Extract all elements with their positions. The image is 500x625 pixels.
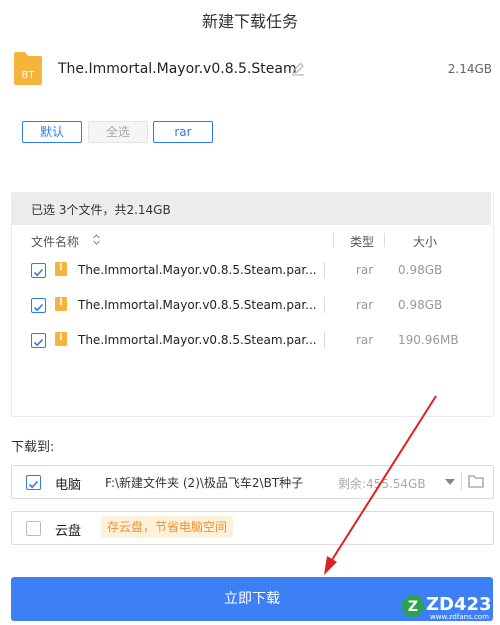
- row-divider: [324, 332, 325, 348]
- filter-default-button[interactable]: 默认: [22, 121, 82, 143]
- free-space-text: 剩余:455.54GB: [338, 477, 426, 491]
- column-divider: [333, 233, 334, 247]
- row-checkbox[interactable]: [31, 298, 46, 313]
- task-size: 2.14GB: [447, 62, 492, 76]
- bt-icon-label: BT: [22, 70, 36, 81]
- dialog-title: 新建下载任务: [201, 12, 298, 31]
- svg-text:Z: Z: [408, 599, 418, 615]
- file-name[interactable]: The.Immortal.Mayor.v0.8.5.Steam.par...: [78, 298, 317, 312]
- checkmark-icon: [28, 480, 39, 489]
- row-divider: [324, 262, 325, 278]
- file-type: rar: [356, 298, 374, 312]
- divider: [461, 472, 462, 490]
- file-name[interactable]: The.Immortal.Mayor.v0.8.5.Steam.par...: [78, 333, 317, 347]
- pencil-icon[interactable]: [291, 62, 305, 76]
- archive-file-icon: [55, 297, 67, 311]
- filter-select-all-button[interactable]: 全选: [88, 121, 148, 143]
- watermark-url: www.zdfans.com: [430, 613, 489, 621]
- column-divider: [384, 233, 385, 247]
- file-size: 0.98GB: [398, 298, 443, 312]
- local-destination-label: 电脑: [55, 478, 82, 493]
- column-header-name[interactable]: 文件名称: [31, 233, 79, 250]
- row-divider: [324, 297, 325, 313]
- folder-icon[interactable]: [468, 474, 484, 488]
- column-header-type[interactable]: 类型: [350, 233, 374, 250]
- file-type: rar: [356, 263, 374, 277]
- column-header-size[interactable]: 大小: [413, 233, 437, 250]
- archive-file-icon: [55, 262, 67, 276]
- download-to-label: 下载到:: [11, 440, 55, 455]
- watermark-text: ZD423: [426, 594, 492, 615]
- row-checkbox[interactable]: [31, 333, 46, 348]
- checkmark-icon: [33, 303, 44, 312]
- cloud-destination-label: 云盘: [55, 524, 82, 539]
- bt-file-icon: BT: [14, 52, 42, 85]
- download-path-field[interactable]: F:\新建文件夹 (2)\极品飞车2\BT种子: [105, 474, 303, 491]
- file-name[interactable]: The.Immortal.Mayor.v0.8.5.Steam.par...: [78, 263, 317, 277]
- cloud-destination-checkbox[interactable]: [26, 521, 41, 536]
- cloud-promo-badge[interactable]: 存云盘，节省电脑空间: [101, 516, 234, 538]
- file-size: 0.98GB: [398, 263, 443, 277]
- sort-icon[interactable]: [92, 234, 101, 245]
- checkmark-icon: [33, 338, 44, 347]
- file-type: rar: [356, 333, 374, 347]
- cloud-destination-row: [11, 511, 494, 545]
- file-size: 190.96MB: [398, 333, 459, 347]
- caret-down-icon[interactable]: [444, 478, 456, 486]
- file-list-summary: 已选 3个文件，共2.14GB: [31, 203, 171, 217]
- filter-rar-button[interactable]: rar: [153, 121, 213, 143]
- local-destination-checkbox[interactable]: [26, 475, 41, 490]
- task-name: The.Immortal.Mayor.v0.8.5.Steam: [58, 61, 297, 77]
- archive-file-icon: [55, 332, 67, 346]
- checkmark-icon: [33, 268, 44, 277]
- row-checkbox[interactable]: [31, 263, 46, 278]
